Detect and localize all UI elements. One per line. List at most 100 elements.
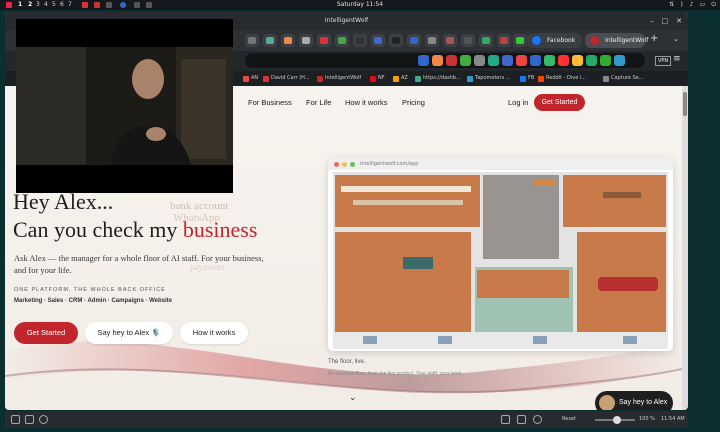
office-floor-map[interactable] — [333, 172, 668, 349]
maximize-icon[interactable]: □ — [662, 12, 669, 30]
bookmark-label: AZ — [401, 75, 408, 81]
bookmark-item[interactable]: FB — [520, 71, 534, 86]
extension-icon[interactable] — [530, 55, 541, 66]
pinned-tab[interactable] — [497, 34, 511, 47]
extension-icon[interactable] — [558, 55, 569, 66]
pinned-tab[interactable] — [353, 34, 367, 47]
scrollbar-thumb[interactable] — [683, 92, 687, 116]
app-icon[interactable] — [94, 2, 100, 8]
window-controls: – □ ✕ — [650, 12, 682, 30]
minimize-dot-icon — [342, 162, 347, 167]
vpn-badge[interactable]: VPN — [655, 56, 672, 66]
settings-icon[interactable] — [533, 415, 542, 424]
zoom-slider-handle[interactable] — [613, 416, 621, 424]
tab-tiling-icon[interactable] — [25, 415, 34, 424]
pinned-tab[interactable] — [389, 34, 403, 47]
battery-icon[interactable]: ▭ — [700, 0, 706, 10]
extension-icon[interactable] — [474, 55, 485, 66]
nav-how-it-works[interactable]: How it works — [345, 98, 388, 107]
app-icon[interactable] — [82, 2, 88, 8]
pinned-tab[interactable] — [263, 34, 277, 47]
app-icon[interactable] — [120, 2, 126, 8]
bookmark-item[interactable]: https://dashb... — [415, 71, 461, 86]
sidebar-toggle-icon[interactable] — [11, 415, 20, 424]
workspace-1[interactable]: 1 — [18, 0, 22, 10]
how-it-works-button[interactable]: How it works — [180, 322, 248, 344]
pinned-tab[interactable] — [299, 34, 313, 47]
extension-icon[interactable] — [488, 55, 499, 66]
app-icon[interactable] — [134, 2, 140, 8]
bookmark-item[interactable]: Tapometers ... — [467, 71, 511, 86]
bookmark-item[interactable]: Capture Se... — [603, 71, 644, 86]
pinned-tab[interactable] — [245, 34, 259, 47]
extension-icon[interactable] — [460, 55, 471, 66]
close-icon[interactable]: ✕ — [676, 12, 682, 30]
extension-icon[interactable] — [516, 55, 527, 66]
minimize-icon[interactable]: – — [650, 12, 654, 30]
tab-intelligentwolf[interactable]: IntelligentWolf — [585, 33, 648, 48]
extension-icon[interactable] — [572, 55, 583, 66]
pip-video[interactable] — [16, 19, 233, 193]
workspace-5[interactable]: 5 — [52, 0, 56, 10]
network-icon[interactable]: ⇅ — [669, 0, 674, 10]
floating-say-hey-button[interactable]: Say hey to Alex — [595, 391, 673, 410]
bookmark-item[interactable]: IntelligentWolf — [317, 71, 361, 86]
workspace-4[interactable]: 4 — [44, 0, 48, 10]
extension-icon[interactable] — [600, 55, 611, 66]
apps-icon[interactable] — [6, 2, 12, 8]
bookmark-item[interactable]: NF — [370, 71, 385, 86]
pinned-tab[interactable] — [281, 34, 295, 47]
extension-icon[interactable] — [446, 55, 457, 66]
extension-icon[interactable] — [418, 55, 429, 66]
pinned-tab[interactable] — [407, 34, 421, 47]
images-icon[interactable] — [517, 415, 526, 424]
pinned-tab[interactable] — [335, 34, 349, 47]
capture-icon[interactable] — [501, 415, 510, 424]
tab-facebook[interactable]: Facebook — [527, 33, 582, 48]
workspace-2[interactable]: 2 — [28, 0, 32, 10]
workspace-3[interactable]: 3 — [36, 0, 40, 10]
new-tab-button[interactable]: + — [650, 33, 658, 44]
scroll-down-icon[interactable]: ⌄ — [349, 393, 357, 403]
cloud-icon[interactable] — [39, 415, 48, 424]
pinned-tab[interactable] — [443, 34, 457, 47]
bookmark-item[interactable]: AN — [243, 71, 258, 86]
say-hey-button[interactable]: Say hey to Alex 🎙️ — [85, 322, 173, 344]
power-icon[interactable]: ⏻ — [711, 0, 716, 10]
address-bar[interactable] — [245, 53, 645, 68]
zoom-reset-button[interactable]: Reset — [562, 411, 576, 428]
nav-for-life[interactable]: For Life — [306, 98, 331, 107]
bookmark-item[interactable]: AZ — [393, 71, 408, 86]
pinned-tab[interactable] — [371, 34, 385, 47]
page-scrollbar[interactable] — [682, 86, 688, 410]
bookmark-icon — [243, 75, 249, 82]
bookmark-item[interactable]: Reddit - Dive i... — [538, 71, 586, 86]
bluetooth-icon[interactable]: ᛒ — [680, 0, 684, 10]
workspace-7[interactable]: 7 — [68, 0, 72, 10]
tab-list-icon[interactable]: ⌄ — [673, 35, 679, 43]
extension-icon[interactable] — [614, 55, 625, 66]
workspace-6[interactable]: 6 — [60, 0, 64, 10]
get-started-button[interactable]: Get Started — [14, 322, 78, 344]
pinned-tab[interactable] — [317, 34, 331, 47]
volume-icon[interactable]: ♪ — [690, 0, 694, 10]
pinned-tab[interactable] — [425, 34, 439, 47]
app-icon[interactable] — [146, 2, 152, 8]
extension-icon[interactable] — [586, 55, 597, 66]
app-icon[interactable] — [106, 2, 112, 8]
nav-for-business[interactable]: For Business — [248, 98, 292, 107]
wolf-icon — [590, 36, 599, 45]
bookmark-item[interactable]: David Carr (H... — [263, 71, 310, 86]
extension-icon[interactable] — [544, 55, 555, 66]
pinned-tab[interactable] — [513, 34, 527, 47]
nav-pricing[interactable]: Pricing — [402, 98, 425, 107]
pinned-tab[interactable] — [479, 34, 493, 47]
netflix-icon — [370, 75, 376, 82]
login-link[interactable]: Log in — [508, 98, 528, 107]
get-started-nav-button[interactable]: Get Started — [534, 94, 585, 111]
pinned-tab[interactable] — [461, 34, 475, 47]
menu-icon[interactable]: ≡ — [673, 54, 681, 64]
extension-icon[interactable] — [432, 55, 443, 66]
extension-icon[interactable] — [502, 55, 513, 66]
clock[interactable]: Saturday 11:54 — [310, 0, 410, 10]
